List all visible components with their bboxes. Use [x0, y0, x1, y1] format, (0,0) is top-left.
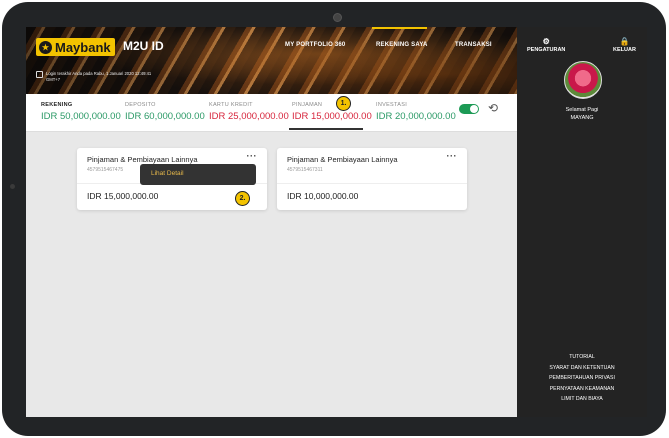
logout-button[interactable]: 🔒 KELUAR — [613, 37, 636, 53]
main-panel: ★ Maybank M2U ID MY PORTFOLIO 360 REKENI… — [26, 27, 517, 417]
more-options-icon[interactable]: ··· — [247, 151, 258, 161]
link-limits[interactable]: LIMIT DAN BIAYA — [517, 396, 647, 402]
maybank-logo[interactable]: ★ Maybank — [36, 38, 115, 56]
tablet-frame: ★ Maybank M2U ID MY PORTFOLIO 360 REKENI… — [2, 2, 666, 436]
nav-item-portfolio[interactable]: MY PORTFOLIO 360 — [285, 42, 345, 48]
lock-icon: 🔒 — [619, 37, 630, 46]
link-terms[interactable]: SYARAT DAN KETENTUAN — [517, 365, 647, 371]
refresh-icon[interactable]: ⟲ — [488, 101, 498, 115]
avatar[interactable] — [564, 61, 602, 99]
more-options-icon[interactable]: ··· — [447, 151, 458, 161]
greeting-text: Selamat Pagi — [565, 107, 599, 113]
tab-kartu-kredit[interactable]: KARTU KREDIT IDR 25,000,000.00 — [209, 102, 289, 122]
tab-pinjaman[interactable]: PINJAMAN IDR 15,000,000.00 — [292, 102, 372, 122]
user-name: MAYANG — [570, 115, 594, 121]
view-detail-button[interactable]: Lihat Detail — [151, 170, 184, 177]
tiger-logo-icon: ★ — [39, 40, 52, 54]
loan-card[interactable]: Pinjaman & Pembiayaan Lainnya 4579515467… — [277, 148, 467, 210]
nav-item-transaksi[interactable]: TRANSAKSI — [455, 42, 492, 48]
account-tabs: REKENING IDR 50,000,000.00 DEPOSITO IDR … — [26, 94, 517, 132]
tab-investasi[interactable]: INVESTASI IDR 20,000,000.00 — [376, 102, 456, 122]
tab-deposito[interactable]: DEPOSITO IDR 60,000,000.00 — [125, 102, 205, 122]
calendar-icon — [36, 71, 43, 78]
home-button — [10, 184, 15, 189]
footer-links: TUTORIAL SYARAT DAN KETENTUAN PEMBERITAH… — [517, 354, 647, 407]
logo-text: Maybank — [55, 39, 111, 55]
nav-item-rekening-saya[interactable]: REKENING SAYA — [376, 42, 428, 48]
settings-button[interactable]: ⚙ PENGATURAN — [527, 37, 565, 53]
app-screen: ★ Maybank M2U ID MY PORTFOLIO 360 REKENI… — [26, 27, 647, 417]
step-marker-1: 1. — [336, 96, 351, 111]
last-login-info: Login terakhir Anda pada Rabu, 1 Januari… — [36, 71, 151, 83]
tab-rekening[interactable]: REKENING IDR 50,000,000.00 — [41, 102, 121, 122]
app-title: M2U ID — [123, 39, 164, 53]
view-detail-menu: Lihat Detail — [140, 164, 256, 185]
link-security[interactable]: PERNYATAAN KEAMANAN — [517, 386, 647, 392]
sidebar: ⚙ PENGATURAN 🔒 KELUAR Selamat Pagi MAYAN… — [517, 27, 647, 417]
step-marker-2: 2. — [235, 191, 250, 206]
active-tab-underline — [289, 128, 363, 130]
gear-icon: ⚙ — [542, 37, 550, 46]
camera-icon — [333, 13, 342, 22]
link-tutorial[interactable]: TUTORIAL — [517, 354, 647, 360]
link-privacy[interactable]: PEMBERITAHUAN PRIVASI — [517, 375, 647, 381]
nav-active-indicator — [372, 27, 427, 29]
balance-visibility-toggle[interactable] — [459, 104, 479, 114]
